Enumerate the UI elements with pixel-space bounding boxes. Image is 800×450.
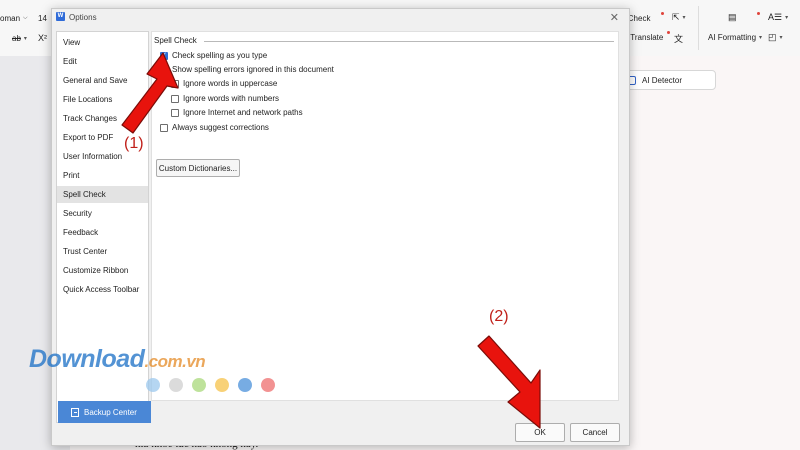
annotation-label-1: (1) (124, 135, 144, 152)
annotation-label-2: (2) (489, 308, 509, 325)
arrow-1-icon (121, 52, 179, 134)
arrow-2-icon (477, 335, 541, 429)
annotation-arrows (121, 52, 541, 429)
